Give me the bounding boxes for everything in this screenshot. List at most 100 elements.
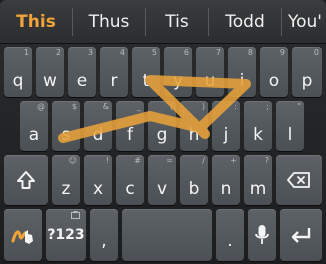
key-hint: $ bbox=[71, 102, 77, 111]
key-z[interactable]: ☺ z bbox=[52, 155, 80, 205]
key-hint: 0 bbox=[313, 48, 319, 57]
key-hint: " bbox=[297, 102, 301, 111]
key-hint: ! bbox=[105, 156, 109, 165]
enter-key[interactable] bbox=[280, 209, 322, 261]
symbols-label: ?123 bbox=[47, 227, 85, 243]
key-l[interactable]: " l bbox=[276, 101, 304, 151]
key-hint: 8 bbox=[247, 48, 253, 57]
key-label: y bbox=[172, 71, 184, 91]
key-hint: _ bbox=[137, 102, 141, 111]
key-hint: ☺ bbox=[68, 156, 77, 165]
key-hint: = bbox=[166, 156, 173, 165]
key-hint: 3 bbox=[87, 48, 93, 57]
shift-icon bbox=[4, 155, 48, 205]
mic-key[interactable] bbox=[248, 209, 276, 261]
key-y[interactable]: 6y bbox=[164, 47, 192, 97]
shift-key[interactable] bbox=[4, 155, 48, 205]
key-hint: 5 bbox=[151, 48, 157, 57]
key-hint: @ bbox=[37, 102, 45, 111]
backspace-key[interactable] bbox=[276, 155, 322, 205]
key-label: x bbox=[92, 179, 104, 199]
space-key[interactable] bbox=[122, 209, 212, 261]
key-hint: 4 bbox=[119, 48, 125, 57]
key-b[interactable]: / b bbox=[180, 155, 208, 205]
key-label: p bbox=[301, 71, 313, 91]
key-i[interactable]: 8i bbox=[228, 47, 256, 97]
key-label: t bbox=[142, 71, 150, 91]
key-hint: 7 bbox=[215, 48, 221, 57]
key-a[interactable]: @ a bbox=[20, 101, 48, 151]
key-e[interactable]: 3e bbox=[68, 47, 96, 97]
key-label: u bbox=[204, 71, 216, 91]
key-label: k bbox=[253, 125, 263, 145]
key-label: a bbox=[28, 125, 40, 145]
key-label: w bbox=[43, 71, 57, 91]
key-label: c bbox=[125, 179, 135, 199]
key-label: . bbox=[227, 231, 233, 251]
key-label: r bbox=[110, 71, 118, 91]
key-label: j bbox=[223, 125, 229, 145]
key-label: e bbox=[76, 71, 88, 91]
key-hint: / bbox=[202, 156, 205, 165]
key-k[interactable]: ; k bbox=[244, 101, 272, 151]
key-u[interactable]: 7u bbox=[196, 47, 224, 97]
key-o[interactable]: 9o bbox=[260, 47, 288, 97]
key-hint: 9 bbox=[279, 48, 285, 57]
key-d[interactable]: & d bbox=[84, 101, 112, 151]
key-label: n bbox=[220, 179, 232, 199]
backspace-icon bbox=[276, 155, 322, 205]
key-x[interactable]: ! x bbox=[84, 155, 112, 205]
keyboard: This Thus Tis Todd You' 1q 2w 3e 4r 5t 6… bbox=[0, 0, 326, 264]
swype-gesture-icon bbox=[4, 209, 42, 261]
suggestion-item[interactable]: You' bbox=[282, 0, 326, 43]
key-label: z bbox=[61, 179, 71, 199]
key-hint: & bbox=[102, 102, 109, 111]
key-p[interactable]: 0p bbox=[292, 47, 322, 97]
key-label: h bbox=[188, 125, 200, 145]
key-label: i bbox=[239, 71, 245, 91]
gesture-key[interactable] bbox=[4, 209, 42, 261]
comma-key[interactable]: , bbox=[90, 209, 118, 261]
key-q[interactable]: 1q bbox=[4, 47, 32, 97]
key-n[interactable]: + n bbox=[212, 155, 240, 205]
key-w[interactable]: 2w bbox=[36, 47, 64, 97]
key-v[interactable]: = v bbox=[148, 155, 176, 205]
key-g[interactable]: (g bbox=[148, 101, 176, 151]
key-hint: 1 bbox=[23, 48, 29, 57]
period-key[interactable]: . bbox=[216, 209, 244, 261]
microphone-icon bbox=[248, 209, 276, 261]
key-label: l bbox=[287, 125, 293, 145]
key-hint: 2 bbox=[55, 48, 61, 57]
key-label: f bbox=[127, 125, 133, 145]
suggestion-item[interactable]: Todd bbox=[209, 0, 281, 43]
key-hint: : bbox=[234, 102, 237, 111]
key-s[interactable]: $ s bbox=[52, 101, 80, 151]
key-label: d bbox=[92, 125, 104, 145]
key-hint: ( bbox=[169, 102, 173, 111]
key-label: g bbox=[156, 125, 168, 145]
key-hint: ? bbox=[264, 156, 269, 165]
suggestion-item[interactable]: Thus bbox=[73, 0, 145, 43]
key-label: o bbox=[268, 71, 280, 91]
key-hint: ; bbox=[266, 102, 269, 111]
suggestion-primary[interactable]: This bbox=[0, 0, 72, 43]
key-f[interactable]: _ f bbox=[116, 101, 144, 151]
symbols-key[interactable]: ?123 bbox=[46, 209, 86, 261]
key-hint: ) bbox=[201, 102, 205, 111]
key-hint: # bbox=[134, 156, 141, 165]
enter-icon bbox=[280, 209, 322, 261]
key-label: q bbox=[12, 71, 24, 91]
key-j[interactable]: :j bbox=[212, 101, 240, 151]
key-label: v bbox=[156, 179, 168, 199]
key-h[interactable]: ) h bbox=[180, 101, 208, 151]
key-label: , bbox=[101, 231, 107, 251]
key-m[interactable]: ? m bbox=[244, 155, 272, 205]
key-label: s bbox=[61, 125, 71, 145]
key-c[interactable]: # c bbox=[116, 155, 144, 205]
key-hint: + bbox=[230, 156, 237, 165]
key-label: b bbox=[188, 179, 200, 199]
key-label: m bbox=[249, 179, 267, 199]
key-r[interactable]: 4r bbox=[100, 47, 128, 97]
key-t[interactable]: 5t bbox=[132, 47, 160, 97]
suggestion-item[interactable]: Tis bbox=[146, 0, 208, 43]
